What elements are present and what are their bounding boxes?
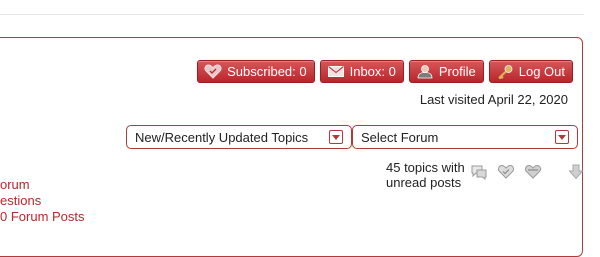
header-divider — [0, 14, 584, 15]
envelope-icon — [327, 64, 345, 79]
inbox-button[interactable]: Inbox: 0 — [319, 60, 404, 83]
unread-line-2: unread posts — [386, 175, 462, 190]
profile-label: Profile — [438, 64, 476, 79]
unread-line-1: 45 topics with — [386, 160, 465, 175]
subscribe-heart-icon[interactable] — [497, 164, 515, 180]
logout-label: Log Out — [518, 64, 565, 79]
favorite-heart-icon[interactable] — [524, 164, 542, 180]
user-icon — [416, 64, 434, 79]
inbox-label: Inbox: 0 — [349, 64, 396, 79]
profile-button[interactable]: Profile — [408, 60, 484, 83]
user-toolbar: Subscribed: 0 Inbox: 0 Profile Log Out — [197, 60, 573, 83]
forum-select-value: Select Forum — [361, 129, 439, 145]
forum-link[interactable]: orum — [0, 177, 85, 193]
topics-filter-dropdown[interactable]: New/Recently Updated Topics — [126, 125, 352, 149]
subscribed-button[interactable]: Subscribed: 0 — [197, 60, 315, 83]
forum-stats-links: orum estions 0 Forum Posts — [0, 177, 85, 225]
questions-link[interactable]: estions — [0, 193, 85, 209]
forum-select-dropdown[interactable]: Select Forum — [352, 125, 578, 149]
unread-topics-text: 45 topics with unread posts — [386, 160, 465, 190]
heart-icon — [204, 64, 222, 79]
subscribed-label: Subscribed: 0 — [227, 64, 307, 79]
forum-posts-link[interactable]: 0 Forum Posts — [0, 209, 85, 225]
logout-button[interactable]: Log Out — [488, 60, 573, 83]
topic-tools — [470, 164, 585, 180]
mark-read-icon[interactable] — [470, 164, 488, 180]
chevron-down-icon[interactable] — [555, 130, 569, 144]
key-icon — [496, 64, 514, 79]
last-visited-text: Last visited April 22, 2020 — [419, 92, 568, 107]
arrow-down-icon[interactable] — [567, 164, 585, 180]
chevron-down-icon[interactable] — [329, 130, 343, 144]
topics-filter-value: New/Recently Updated Topics — [135, 129, 309, 145]
